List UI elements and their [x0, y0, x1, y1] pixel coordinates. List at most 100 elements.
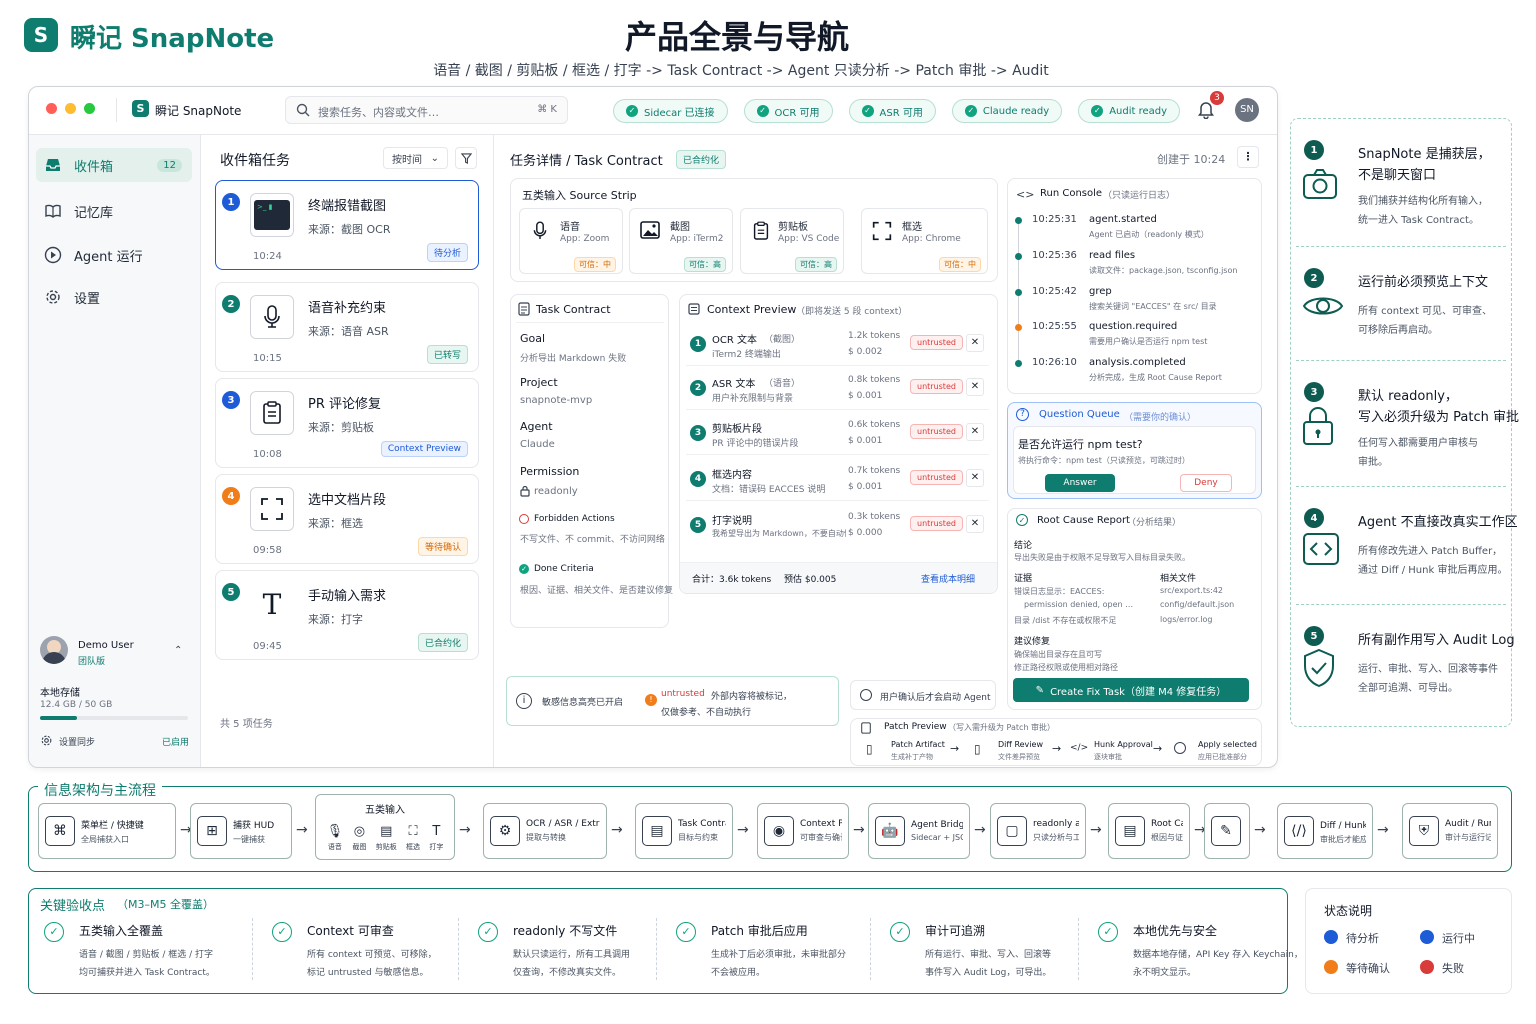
cost-detail-link[interactable]: 查看成本明细 [921, 572, 975, 585]
answer-button[interactable]: Answer [1045, 474, 1115, 492]
context-row-2[interactable]: 2 ASR 文本 （语音） 用户补充限制与背景 0.8k tokens $ 0.… [686, 366, 989, 410]
context-row-1[interactable]: 1 OCR 文本 （截图） iTerm2 终端输出 1.2k tokens $ … [686, 322, 989, 366]
question-icon: ? [1016, 408, 1029, 421]
context-estimate: 预估 $0.005 [784, 575, 837, 585]
flow-node[interactable]: ▤ Task Contract 目标与约束 [635, 803, 733, 859]
sidebar-item-inbox[interactable]: 收件箱 12 [36, 148, 192, 182]
window-minimize-button[interactable] [65, 103, 76, 114]
check-circle-icon: ✓ [1098, 922, 1118, 942]
untrusted-tag: untrusted [910, 424, 963, 439]
flow-node[interactable]: ⟨/⟩ Diff / Hunk 审批审批后才能应用 [1277, 803, 1373, 859]
flow-input-label: 剪贴板 [375, 843, 397, 851]
step-desc-2: 统一进入 Task Contract。 [1358, 215, 1479, 226]
flow-node[interactable]: 🤖 Agent Bridge Sidecar + JSON-RPC [868, 803, 970, 859]
flow-node-title: Task Contract [678, 819, 726, 829]
deny-button[interactable]: Deny [1180, 474, 1232, 492]
flow-node[interactable]: ⛨ Audit / Runs 审计与运行记录 [1402, 803, 1498, 859]
text-icon: T [262, 588, 282, 621]
task-card-1[interactable]: 1 >_ ▮ 终端报错截图 来源：截图 OCR 10:24 待分析 [215, 180, 479, 270]
page-title: 产品全景与导航 [624, 18, 849, 56]
lock-icon [520, 485, 530, 497]
task-card-2[interactable]: 2 语音补充约束 来源：语音 ASR 10:15 已转写 [215, 282, 479, 372]
task-card-5[interactable]: 5 T 手动输入需求 来源：打字 09:45 已合约化 [215, 570, 479, 660]
context-row-4[interactable]: 4 框选内容 文档：错误码 EACCES 说明 0.7k tokens $ 0.… [686, 457, 989, 501]
chevron-up-icon[interactable]: ⌃ [174, 645, 182, 656]
avatar[interactable]: SN [1235, 98, 1259, 122]
step-number: 3 [1304, 382, 1324, 402]
remove-icon[interactable]: ✕ [966, 378, 984, 396]
flow-node-title: OCR / ASR / Extract [526, 819, 600, 829]
task-card-4[interactable]: 4 选中文档片段 来源：框选 09:58 等待确认 [215, 474, 479, 564]
user-avatar[interactable] [40, 636, 68, 664]
sort-dropdown[interactable]: 按时间 ⌄ [383, 147, 448, 169]
terminal-icon: >_ ▮ [250, 193, 294, 237]
clipboard-icon [753, 221, 769, 241]
remove-icon[interactable]: ✕ [966, 469, 984, 487]
source-clipboard[interactable]: 剪贴板 App: VS Code 可信：高 [740, 208, 844, 274]
log-dot [1015, 253, 1022, 260]
untrusted-tag: untrusted [910, 335, 963, 350]
search-shortcut: ⌘ K [537, 104, 557, 115]
shield-check-icon [1302, 648, 1336, 688]
step-number: 4 [1304, 508, 1324, 528]
flow-node[interactable]: ▢ readonly analysis 只读分析与工具调用 [990, 803, 1086, 859]
search-input[interactable]: 搜索任务、内容或文件… ⌘ K [285, 96, 568, 124]
contract-title: Task Contract [536, 303, 611, 316]
legend-title: 状态说明 [1324, 904, 1373, 918]
source-selection[interactable]: 框选 App: Chrome 可信：中 [861, 208, 988, 274]
source-voice[interactable]: 语音 App: Zoom 可信：中 [519, 208, 623, 274]
arrow-right-icon: → [459, 822, 471, 838]
flow-node[interactable]: ✎ [1204, 803, 1250, 859]
task-card-3[interactable]: 3 PR 评论修复 来源：剪贴板 10:08 Context Preview [215, 378, 479, 468]
flow-input-label: 打字 [429, 843, 444, 851]
user-check-icon [860, 689, 872, 701]
sidebar-item-settings[interactable]: 设置 [36, 280, 192, 314]
remove-icon[interactable]: ✕ [966, 423, 984, 441]
selection-icon [250, 487, 294, 531]
status-badge: 待分析 [426, 243, 468, 262]
window-close-button[interactable] [46, 103, 57, 114]
selection-icon [872, 221, 892, 241]
status-sidecar: ✓ Sidecar 已连接 [613, 99, 728, 123]
flow-node[interactable]: ⌘ 菜单栏 / 快捷键 全局捕获入口 [38, 803, 176, 859]
create-fix-task-button[interactable]: ✎ Create Fix Task（创建 M4 修复任务） [1013, 678, 1249, 702]
arrow-right-icon: → [737, 822, 749, 838]
arrow-right-icon: → [1153, 742, 1163, 755]
step-title: SnapNote 是捕获层， [1358, 147, 1491, 162]
eye-icon: ◉ [764, 816, 794, 846]
log-dot [1015, 289, 1022, 296]
filter-icon [460, 152, 472, 164]
check-circle-icon: ✓ [44, 922, 64, 942]
acceptance-panel [28, 888, 1288, 994]
flow-node[interactable]: ⊞ 捕获 HUD 一键捕获 [190, 803, 292, 859]
context-row-5[interactable]: 5 打字说明 我希望导出为 Markdown，不要自动修改代码 0.3k tok… [686, 503, 989, 547]
context-row-3[interactable]: 3 剪贴板片段 PR 评论中的错误片段 0.6k tokens $ 0.001 … [686, 411, 989, 455]
acceptance-item-title: Patch 审批后应用 [711, 924, 808, 938]
sync-label[interactable]: 设置同步 [59, 735, 95, 748]
inbox-count: 12 [157, 158, 182, 172]
acceptance-title: 关键验收点 [40, 899, 106, 914]
remove-icon[interactable]: ✕ [966, 334, 984, 352]
more-menu-button[interactable]: ⋮ [1237, 146, 1259, 168]
sidebar-item-agent-runs[interactable]: Agent 运行 [36, 238, 192, 272]
sidebar-item-memory[interactable]: 记忆库 [36, 194, 192, 228]
step-number: 1 [1304, 140, 1324, 160]
window-zoom-button[interactable] [84, 103, 95, 114]
untrusted-tag: untrusted [910, 470, 963, 485]
document-icon [518, 302, 530, 316]
filter-button[interactable] [455, 147, 477, 169]
source-screenshot[interactable]: 截图 App: iTerm2 可信：高 [629, 208, 733, 274]
flow-node[interactable]: ▤ Root Cause Report 根因与证据 [1108, 803, 1190, 859]
user-name: Demo User [78, 640, 134, 651]
flow-node[interactable]: ◉ Context Preview 可审查与确认 [757, 803, 849, 859]
flow-node[interactable]: ⚙ OCR / ASR / Extract 提取与转换 [483, 803, 607, 859]
acceptance-item-desc: 生成补丁后必须审批，未审批部分 [711, 950, 847, 960]
storage-bar [40, 716, 188, 720]
acceptance-item-desc-2: 永不明文显示。 [1133, 968, 1197, 978]
remove-icon[interactable]: ✕ [966, 515, 984, 533]
status-asr: ✓ ASR 可用 [848, 99, 936, 123]
flow-node-sub: 审批后才能应用 [1320, 834, 1366, 844]
flow-node-title: 捕获 HUD [233, 820, 275, 831]
log-dot [1015, 360, 1022, 367]
flow-node[interactable]: 五类输入 🎙 语音 ◎ 截图 ▤ 剪贴板 ⛶ 框选 T 打字 [315, 794, 455, 860]
